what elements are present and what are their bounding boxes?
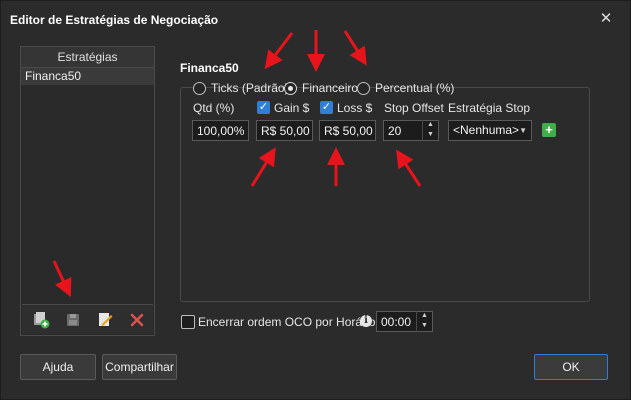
- annotation-arrow: [250, 147, 276, 187]
- annotation-arrow: [396, 149, 422, 187]
- annotation-arrow: [264, 32, 294, 70]
- annotation-arrows: [52, 30, 422, 298]
- annotation-arrow: [52, 260, 72, 298]
- annotation-arrow: [343, 30, 367, 66]
